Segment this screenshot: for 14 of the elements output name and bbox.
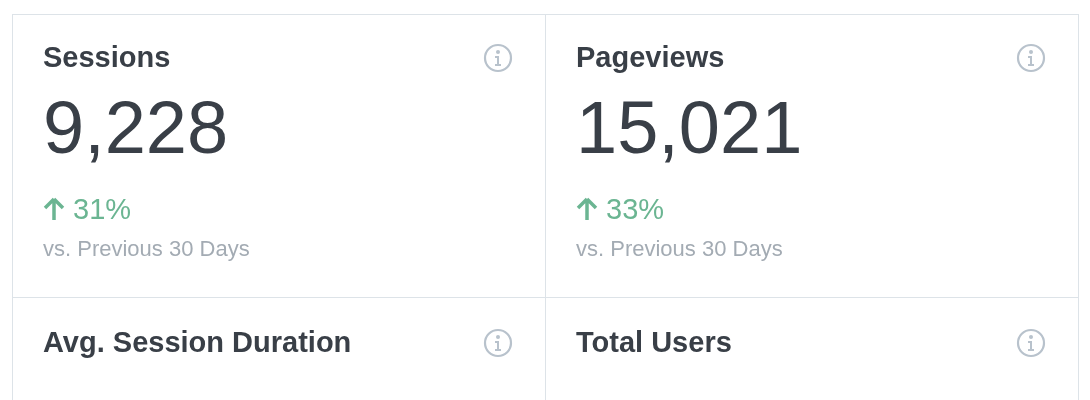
card-title: Avg. Session Duration [43, 326, 352, 359]
metric-value: 15,021 [576, 85, 804, 171]
info-icon[interactable] [483, 327, 513, 358]
card-title: Total Users [576, 326, 732, 359]
comparison-label: vs. Previous 30 Days [43, 235, 251, 262]
change-percent: 31% [73, 192, 132, 226]
info-icon[interactable] [1016, 42, 1046, 73]
info-icon[interactable] [483, 42, 513, 73]
info-icon[interactable] [1016, 327, 1046, 358]
change-percent: 33% [606, 192, 665, 226]
card-title: Sessions [43, 41, 171, 74]
metric-value: 9,228 [43, 85, 230, 171]
card-title: Pageviews [576, 41, 725, 74]
comparison-label: vs. Previous 30 Days [576, 235, 784, 262]
